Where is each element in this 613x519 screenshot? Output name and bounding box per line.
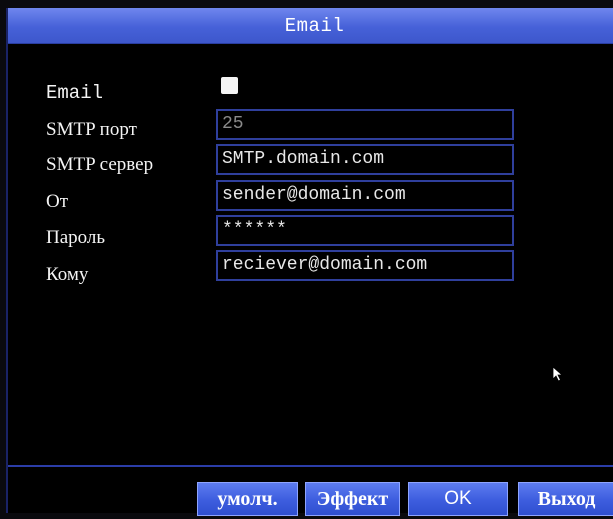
default-button[interactable]: умолч. [197,482,298,516]
password-field[interactable]: ****** [216,215,514,246]
smtp-server-label: SMTP сервер [46,154,154,175]
title-bar: Email [8,8,613,44]
footer-divider [8,465,613,467]
smtp-port-field[interactable]: 25 [216,109,514,140]
ok-button[interactable]: OK [408,482,508,516]
recipient-field[interactable]: reciever@domain.com [216,250,514,281]
recipient-label: Кому [46,264,89,285]
password-label: Пароль [46,227,106,248]
effect-button[interactable]: Эффект [305,482,400,516]
email-settings-window: Email Email SMTP порт 25 SMTP сервер SMT… [6,8,613,516]
smtp-port-label: SMTP порт [46,119,137,140]
exit-button[interactable]: Выход [518,482,613,516]
sender-label: От [46,191,69,212]
mouse-pointer-icon [552,366,564,382]
smtp-server-field[interactable]: SMTP.domain.com [216,144,514,175]
email-enable-checkbox[interactable] [221,77,238,94]
sender-field[interactable]: sender@domain.com [216,180,514,211]
window-title: Email [284,14,345,37]
email-enable-label: Email [46,82,104,104]
